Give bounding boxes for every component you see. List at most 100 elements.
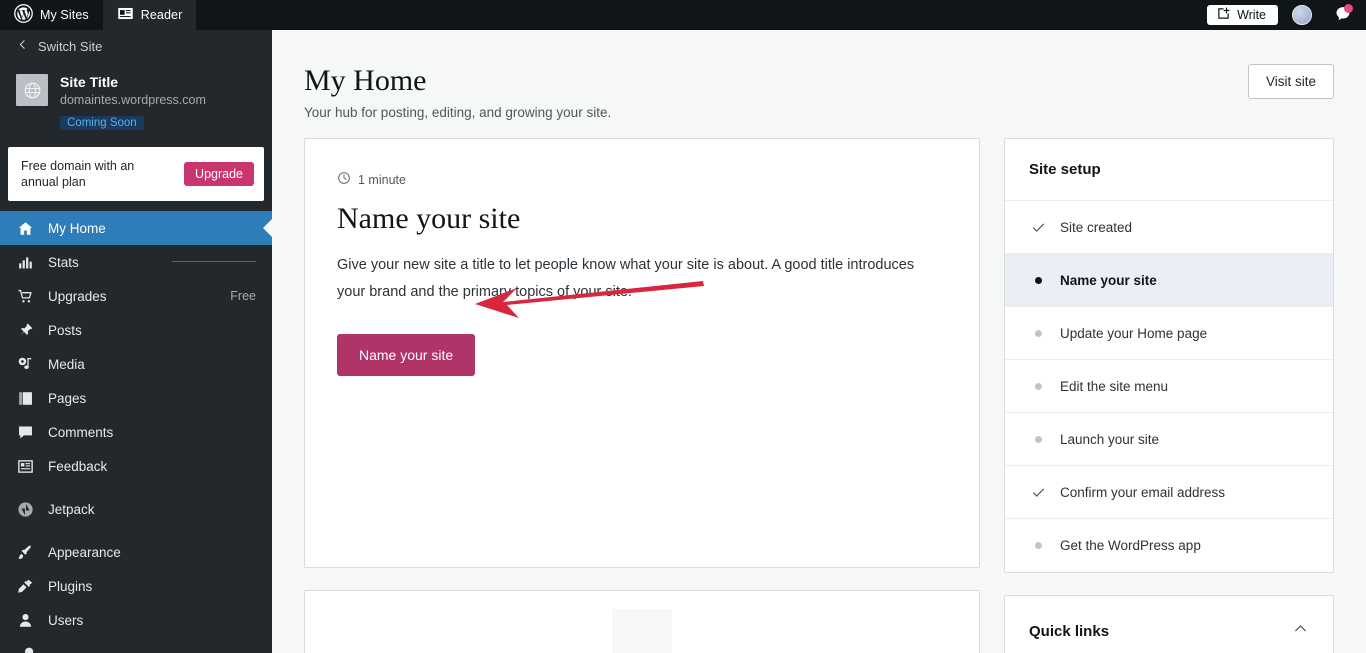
site-globe-icon <box>16 74 48 106</box>
notifications-bell-icon <box>1332 7 1354 30</box>
site-title: Site Title <box>60 74 119 90</box>
visit-site-button[interactable]: Visit site <box>1247 64 1334 99</box>
setup-item-edit-site-menu[interactable]: Edit the site menu <box>1005 360 1333 413</box>
task-duration: 1 minute <box>337 171 947 188</box>
switch-site-button[interactable]: Switch Site <box>0 30 272 62</box>
chevron-left-icon <box>16 38 29 54</box>
setup-item-label: Site created <box>1060 219 1133 235</box>
todo-dot-icon <box>1029 329 1047 337</box>
page-header: My Home Your hub for posting, editing, a… <box>304 30 1334 138</box>
masterbar-spacer <box>196 0 1207 30</box>
sidebar-item-comments[interactable]: Comments <box>0 415 272 449</box>
upsell-text: Free domain with an annual plan <box>21 159 135 189</box>
setup-item-confirm-email[interactable]: Confirm your email address <box>1005 466 1333 519</box>
task-duration-label: 1 minute <box>358 172 406 187</box>
reader-icon <box>117 5 134 25</box>
masterbar-reader[interactable]: Reader <box>102 0 197 30</box>
wordpress-logo-icon <box>14 4 33 26</box>
comment-icon <box>16 423 35 442</box>
name-your-site-button[interactable]: Name your site <box>337 334 476 376</box>
sidebar: Switch Site Site Title domaintes.wordpre… <box>0 30 272 653</box>
sidebar-item-plugins[interactable]: Plugins <box>0 569 272 603</box>
sidebar-item-stats[interactable]: Stats <box>0 245 272 279</box>
sidebar-item-label: Upgrades <box>48 288 107 304</box>
upgrade-button[interactable]: Upgrade <box>184 162 254 186</box>
sidebar-item-users[interactable]: Users <box>0 603 272 637</box>
brush-icon <box>16 543 35 562</box>
write-button[interactable]: Write <box>1207 5 1278 25</box>
clock-icon <box>337 171 351 188</box>
page-subtitle: Your hub for posting, editing, and growi… <box>304 105 612 120</box>
pin-icon <box>16 321 35 340</box>
site-setup-card: Site setup Site created Name your site U… <box>1004 138 1334 573</box>
sidebar-item-label: Media <box>48 356 85 372</box>
users-icon <box>16 611 35 630</box>
user-avatar[interactable] <box>1292 5 1312 25</box>
wordpress-dashboard: My Sites Reader Write Switch Site Site T… <box>0 0 1366 653</box>
cart-icon <box>16 287 35 306</box>
todo-dot-icon <box>1029 435 1047 443</box>
setup-item-launch-your-site[interactable]: Launch your site <box>1005 413 1333 466</box>
chevron-up-icon[interactable] <box>1292 620 1309 642</box>
notifications-button[interactable] <box>1332 4 1354 26</box>
page-title: My Home <box>304 64 427 97</box>
sidebar-item-partial[interactable] <box>0 637 272 653</box>
sidebar-item-label: Plugins <box>48 578 93 594</box>
setup-item-update-home-page[interactable]: Update your Home page <box>1005 307 1333 360</box>
sidebar-item-label: Stats <box>48 254 79 270</box>
masterbar: My Sites Reader Write <box>0 0 1366 30</box>
write-button-label: Write <box>1237 8 1266 22</box>
stats-bars-icon <box>16 253 35 272</box>
site-meta: Site Title domaintes.wordpress.com Comin… <box>60 74 256 131</box>
sidebar-item-label: Appearance <box>48 544 121 560</box>
quick-links-header[interactable]: Quick links <box>1005 596 1333 653</box>
setup-item-get-wordpress-app[interactable]: Get the WordPress app <box>1005 519 1333 572</box>
setup-item-site-created[interactable]: Site created <box>1005 201 1333 254</box>
setup-item-label: Edit the site menu <box>1060 378 1169 394</box>
sidebar-item-posts[interactable]: Posts <box>0 313 272 347</box>
nav-divider-gap <box>0 483 272 492</box>
masterbar-reader-label: Reader <box>140 8 183 22</box>
sidebar-item-label: Posts <box>48 322 82 338</box>
feedback-icon <box>16 457 35 476</box>
current-site-block[interactable]: Site Title domaintes.wordpress.com Comin… <box>0 62 272 141</box>
sidebar-nav: My Home Stats Upgrades Free Posts Media … <box>0 211 272 653</box>
sidebar-item-label: My Home <box>48 220 106 236</box>
site-url: domaintes.wordpress.com <box>60 93 206 107</box>
todo-dot-icon <box>1029 542 1047 549</box>
jetpack-icon <box>16 500 35 519</box>
tools-icon <box>16 645 35 653</box>
quick-links-card: Quick links <box>1004 595 1334 653</box>
placeholder-block <box>612 609 672 653</box>
notification-badge-dot <box>1344 4 1353 13</box>
sidebar-item-label: Comments <box>48 424 114 440</box>
page-header-text: My Home Your hub for posting, editing, a… <box>304 64 611 120</box>
sidebar-item-media[interactable]: Media <box>0 347 272 381</box>
check-icon <box>1029 220 1047 235</box>
sidebar-item-pages[interactable]: Pages <box>0 381 272 415</box>
content-grid: 1 minute Name your site Give your new si… <box>304 138 1334 653</box>
task-description: Give your new site a title to let people… <box>337 257 915 300</box>
sidebar-item-my-home[interactable]: My Home <box>0 211 272 245</box>
sidebar-item-jetpack[interactable]: Jetpack <box>0 492 272 526</box>
sidebar-item-feedback[interactable]: Feedback <box>0 449 272 483</box>
sidebar-item-label: Users <box>48 612 84 628</box>
stats-sparkline <box>172 259 256 265</box>
media-icon <box>16 355 35 374</box>
upsell-banner: Free domain with an annual plan Upgrade <box>8 147 264 201</box>
home-icon <box>16 219 35 238</box>
plugins-icon <box>16 577 35 596</box>
side-column: Site setup Site created Name your site U… <box>1004 138 1334 653</box>
active-pointer <box>263 219 272 237</box>
setup-item-name-your-site[interactable]: Name your site <box>1005 254 1333 307</box>
write-plus-icon <box>1216 6 1231 24</box>
site-badge-row: Coming Soon <box>60 113 256 131</box>
sidebar-item-label: Feedback <box>48 458 108 474</box>
pages-icon <box>16 389 35 408</box>
sidebar-item-appearance[interactable]: Appearance <box>0 535 272 569</box>
sidebar-item-upgrades[interactable]: Upgrades Free <box>0 279 272 313</box>
setup-item-label: Confirm your email address <box>1060 484 1226 500</box>
masterbar-my-sites-label: My Sites <box>40 8 89 22</box>
setup-item-label: Launch your site <box>1060 431 1160 447</box>
masterbar-my-sites[interactable]: My Sites <box>0 0 103 30</box>
